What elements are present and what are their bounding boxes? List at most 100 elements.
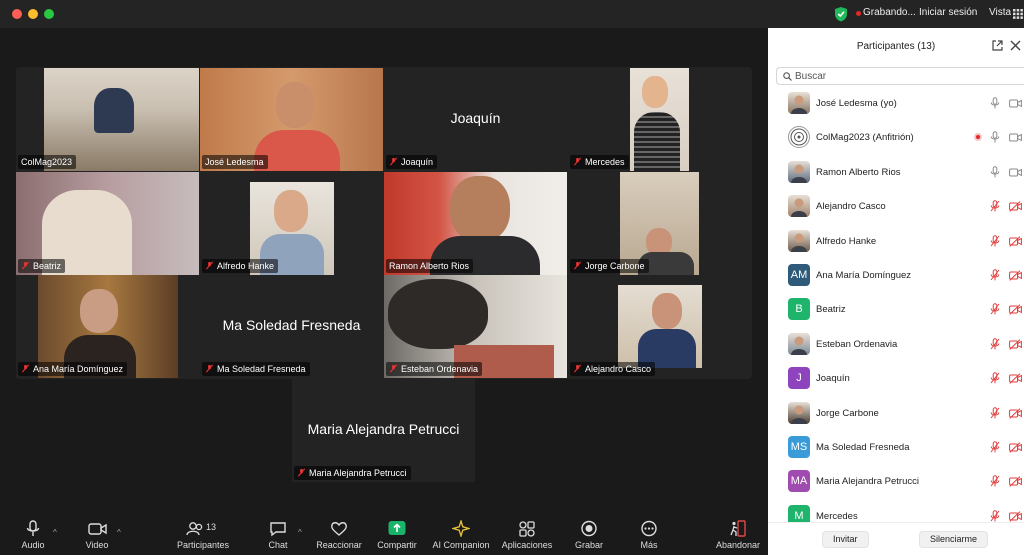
close-icon[interactable] bbox=[1010, 40, 1021, 51]
participants-button[interactable]: 13 Participantes bbox=[172, 520, 234, 550]
participants-icon: 13 bbox=[186, 522, 216, 536]
muted-mic-icon[interactable] bbox=[990, 338, 1000, 350]
video-off-icon[interactable] bbox=[1009, 339, 1022, 350]
video-gallery: ColMag2023 José Ledesma Joaquín Joaquín … bbox=[0, 28, 768, 518]
mic-icon[interactable] bbox=[990, 97, 1000, 109]
participant-row[interactable]: Alfredo Hanke bbox=[768, 224, 1024, 258]
video-tile-alfredo-hanke[interactable]: Alfredo Hanke bbox=[200, 172, 383, 275]
muted-mic-icon[interactable] bbox=[990, 406, 1000, 419]
participant-row[interactable]: MS Ma Soledad Fresneda bbox=[768, 430, 1024, 464]
video-tile-maria-alejandra-petrucci[interactable]: Maria Alejandra Petrucci Maria Alejandra… bbox=[292, 379, 475, 482]
video-off-icon[interactable] bbox=[1009, 442, 1022, 453]
mute-myself-button[interactable]: Silenciarme bbox=[919, 531, 989, 548]
minimize-window-button[interactable] bbox=[28, 9, 38, 19]
leave-meeting-button[interactable]: Abandonar bbox=[712, 520, 764, 550]
video-tile-beatriz[interactable]: Beatriz bbox=[16, 172, 199, 275]
recording-status[interactable]: Grabando... bbox=[863, 7, 916, 18]
video-icon[interactable] bbox=[1009, 167, 1022, 178]
video-off-icon[interactable] bbox=[1009, 235, 1022, 247]
sign-in-button[interactable]: Iniciar sesión bbox=[919, 7, 977, 18]
tile-name-label: Ramon Alberto Rios bbox=[386, 259, 474, 273]
participants-list: José Ledesma (yo) ColMag2023 (Anfitrión) R… bbox=[768, 86, 1024, 522]
record-button[interactable]: Grabar bbox=[571, 520, 607, 550]
muted-mic-icon[interactable] bbox=[990, 441, 1000, 453]
video-tile-ramon-alberto-rios[interactable]: Ramon Alberto Rios bbox=[384, 172, 567, 275]
participant-row[interactable]: Alejandro Casco bbox=[768, 189, 1024, 223]
video-icon[interactable] bbox=[1009, 132, 1022, 143]
video-options-caret[interactable]: ^ bbox=[117, 528, 121, 537]
person-silhouette bbox=[94, 88, 134, 133]
participant-row[interactable]: M Mercedes bbox=[768, 499, 1024, 522]
participant-row[interactable]: J Joaquín bbox=[768, 361, 1024, 395]
participant-row[interactable]: B Beatriz bbox=[768, 292, 1024, 326]
grid-view-icon[interactable] bbox=[1013, 9, 1023, 19]
muted-mic-icon[interactable] bbox=[990, 510, 1000, 522]
video-tile-jose-ledesma[interactable]: José Ledesma bbox=[200, 68, 383, 171]
video-off-icon[interactable] bbox=[1009, 511, 1022, 522]
video-tile-ma-soledad-fresneda[interactable]: Ma Soledad Fresneda Ma Soledad Fresneda bbox=[200, 275, 383, 378]
tile-display-name: Maria Alejandra Petrucci bbox=[307, 421, 460, 437]
invite-button[interactable]: Invitar bbox=[822, 531, 869, 548]
muted-mic-icon[interactable] bbox=[990, 372, 1000, 384]
participant-row[interactable]: AM Ana María Domínguez bbox=[768, 258, 1024, 292]
participant-name: Mercedes bbox=[816, 510, 858, 522]
participant-name: Ana María Domínguez bbox=[816, 270, 912, 281]
more-options-icon bbox=[641, 520, 657, 537]
participant-row[interactable]: ColMag2023 (Anfitrión) bbox=[768, 120, 1024, 154]
video-off-icon[interactable] bbox=[1009, 373, 1022, 384]
face bbox=[450, 176, 510, 242]
video-off-icon[interactable] bbox=[1009, 476, 1022, 488]
video-tile-ana-maria-dominguez[interactable]: Ana María Domínguez bbox=[16, 275, 199, 378]
participant-name: Joaquín bbox=[816, 373, 850, 385]
participant-row[interactable]: José Ledesma (yo) bbox=[768, 86, 1024, 120]
participant-row[interactable]: Ramon Alberto Rios bbox=[768, 155, 1024, 189]
audio-button[interactable]: Audio bbox=[14, 520, 52, 550]
audio-options-caret[interactable]: ^ bbox=[53, 528, 57, 537]
video-tile-joaquin[interactable]: Joaquín Joaquín bbox=[384, 68, 567, 171]
video-tile-alejandro-casco[interactable]: Alejandro Casco bbox=[568, 275, 751, 378]
search-input[interactable] bbox=[795, 69, 1015, 83]
video-button[interactable]: Video bbox=[78, 520, 116, 550]
muted-mic-icon[interactable] bbox=[990, 234, 1000, 247]
shield-icon[interactable] bbox=[834, 6, 848, 22]
more-button[interactable]: Más bbox=[634, 520, 664, 550]
video-tile-mercedes[interactable]: Mercedes bbox=[568, 68, 751, 171]
zoom-window-button[interactable] bbox=[44, 9, 54, 19]
video-off-icon[interactable] bbox=[1009, 201, 1022, 212]
participant-row[interactable]: Jorge Carbone bbox=[768, 396, 1024, 430]
meeting-toolbar: Audio ^ Video ^ 13 Participantes Chat ^ … bbox=[0, 518, 768, 555]
share-screen-button[interactable]: Compartir bbox=[373, 520, 421, 550]
chat-button[interactable]: Chat bbox=[262, 520, 294, 550]
chat-options-caret[interactable]: ^ bbox=[298, 528, 302, 537]
video-icon[interactable] bbox=[1009, 98, 1022, 109]
tile-name-label: Ma Soledad Fresneda bbox=[202, 362, 310, 376]
video-off-icon[interactable] bbox=[1009, 270, 1022, 281]
apps-button[interactable]: Aplicaciones bbox=[499, 520, 555, 550]
muted-mic-icon[interactable] bbox=[990, 200, 1000, 212]
mic-icon[interactable] bbox=[990, 131, 1000, 143]
muted-mic-icon[interactable] bbox=[990, 303, 1000, 315]
react-button[interactable]: Reaccionar bbox=[313, 520, 365, 550]
popout-icon[interactable] bbox=[992, 40, 1003, 51]
view-menu-button[interactable]: Vista bbox=[989, 7, 1011, 18]
muted-mic-icon[interactable] bbox=[990, 475, 1000, 487]
close-window-button[interactable] bbox=[12, 9, 22, 19]
muted-mic-icon bbox=[573, 157, 582, 166]
muted-mic-icon[interactable] bbox=[990, 269, 1000, 281]
avatar-initials: AM bbox=[788, 264, 810, 286]
person-icon bbox=[791, 233, 807, 252]
tile-name-label: Alfredo Hanke bbox=[202, 259, 279, 273]
video-off-icon[interactable] bbox=[1009, 304, 1022, 316]
share-screen-icon bbox=[388, 521, 406, 535]
participant-row[interactable]: Esteban Ordenavia bbox=[768, 327, 1024, 361]
avatar-initials: MA bbox=[788, 470, 810, 493]
video-tile-jorge-carbone[interactable]: Jorge Carbone bbox=[568, 172, 751, 275]
mic-icon[interactable] bbox=[990, 166, 1000, 178]
person-icon bbox=[791, 405, 807, 424]
participant-row[interactable]: MA Maria Alejandra Petrucci bbox=[768, 464, 1024, 498]
video-off-icon[interactable] bbox=[1009, 407, 1022, 419]
video-tile-esteban-ordenavia[interactable]: Esteban Ordenavia bbox=[384, 275, 567, 378]
video-tile-colmag2023[interactable]: ColMag2023 bbox=[16, 68, 199, 171]
face bbox=[642, 76, 668, 108]
ai-companion-button[interactable]: AI Companion bbox=[430, 520, 492, 550]
